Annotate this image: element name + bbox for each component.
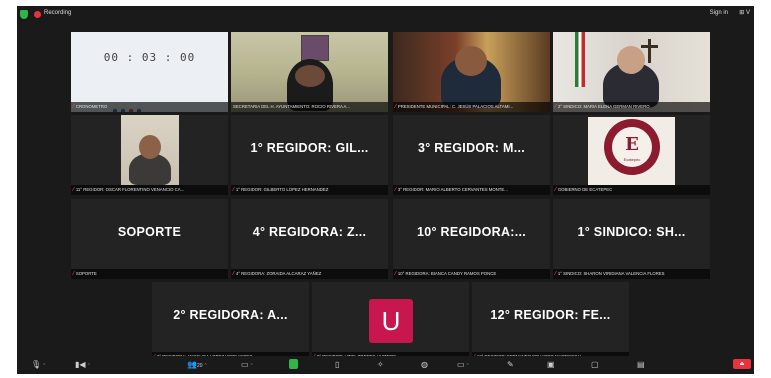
cross-bar xyxy=(641,45,658,48)
cross-icon xyxy=(648,39,651,63)
meeting-window: Recording Sign in ⊞ V 00 : 03 : 00 ⁄ CRON… xyxy=(17,6,754,374)
participant-name-text: CRONOMETRO xyxy=(75,104,108,109)
wall-portrait xyxy=(301,35,329,61)
participant-name-text: 1° SINDICO: SHARON VIRIDIANA VALENCIA FL… xyxy=(557,271,665,276)
notes-icon[interactable]: ✎ xyxy=(507,360,514,370)
participant-name-text: 4° REGIDORA: ZORAIDA ALCARAZ YAÑEZ xyxy=(235,271,322,276)
mic-off-icon: ⁄ xyxy=(73,271,74,277)
apps-icon[interactable]: ◍ xyxy=(421,360,428,370)
logo-emblem-inner: E Ecatepec xyxy=(612,127,652,167)
view-button[interactable]: ⊞ V xyxy=(739,9,750,16)
participant-name-text: GOBIERNO DE ECATEPEC xyxy=(557,187,613,192)
mic-off-icon: ⁄ xyxy=(555,104,556,110)
participant-face xyxy=(455,46,487,76)
participant-face xyxy=(139,135,161,159)
participant-name-text: 1° REGIDOR: GILBERTO LOPEZ HERNANDEZ xyxy=(235,187,329,192)
ecatepec-logo: E Ecatepec xyxy=(588,117,675,185)
mic-off-icon: ⁄ xyxy=(73,187,74,193)
mic-off-icon: ⁄ xyxy=(395,187,396,193)
mic-off-icon: ⁄ xyxy=(555,187,556,193)
participant-tile-regidora-4[interactable]: 4° REGIDORA: Z... ⁄ 4° REGIDORA: ZORAIDA … xyxy=(231,199,388,279)
mic-off-icon: ⁄ xyxy=(73,104,74,110)
participant-name: ⁄ GOBIERNO DE ECATEPEC xyxy=(553,185,710,195)
recording-label: Recording xyxy=(44,10,72,16)
participant-name-text: SOPORTE xyxy=(75,271,97,276)
participant-name: ⁄ PRESIDENTE MUNICIPAL: C. JESÚS PALACIOS… xyxy=(393,102,550,112)
video-camera-icon[interactable]: ▮◀⌃ xyxy=(75,360,91,371)
participant-name: ⁄ 3° REGIDOR: MARIO ALBERTO CERVANTES MON… xyxy=(393,185,550,195)
participant-display-name: 10° REGIDORA:... xyxy=(416,225,527,239)
participant-display-name: 2° REGIDORA: A... xyxy=(173,308,288,322)
participant-name-text: 2° SINDICO: MARIA ELENA GERMAN RIVERO xyxy=(557,104,650,109)
participant-tile-regidor-11[interactable]: ⁄ 11° REGIDOR: OSCAR FLORENTINO VENANCIO … xyxy=(71,115,228,195)
mic-off-icon: ⁄ xyxy=(395,104,396,110)
participant-tile-soporte[interactable]: SOPORTE ⁄ SOPORTE xyxy=(71,199,228,279)
participant-display-name: 1° SINDICO: SH... xyxy=(577,225,686,239)
whiteboard-icon[interactable]: ▭⌃ xyxy=(457,360,470,371)
participant-face xyxy=(295,65,325,87)
participant-name: ⁄ 11° REGIDOR: OSCAR FLORENTINO VENANCIO … xyxy=(71,185,228,195)
participant-display-name: 1° REGIDOR: GIL... xyxy=(250,141,369,155)
participant-tile-regidor-3[interactable]: 3° REGIDOR: M... ⁄ 3° REGIDOR: MARIO ALBE… xyxy=(393,115,550,195)
participant-tile-regidor-1[interactable]: 1° REGIDOR: GIL... ⁄ 1° REGIDOR: GILBERTO… xyxy=(231,115,388,195)
record-dot-icon xyxy=(34,11,41,18)
participant-display-name: SOPORTE xyxy=(117,225,182,239)
timer-display: 00 : 03 : 00 xyxy=(103,51,196,64)
participant-name: ⁄ 1° REGIDOR: GILBERTO LOPEZ HERNANDEZ xyxy=(231,185,388,195)
sign-in-link[interactable]: Sign in xyxy=(710,10,728,16)
participant-name: ⁄ CRONOMETRO xyxy=(71,102,228,112)
participant-name-text: 10° REGIDORA: BIANCA CANDY RAMOS PONCE xyxy=(397,271,497,276)
participant-name: ⁄ 10° REGIDORA: BIANCA CANDY RAMOS PONCE xyxy=(393,269,550,279)
microphone-icon[interactable]: 🎙⌃ xyxy=(31,360,46,371)
timer-screen xyxy=(71,32,228,112)
participant-display-name: 4° REGIDORA: Z... xyxy=(252,225,367,239)
participant-name-text: 11° REGIDOR: OSCAR FLORENTINO VENANCIO C… xyxy=(75,187,185,192)
participant-tile-regidor-8[interactable]: U ⁄8° REGIDOR: UZIEL TORRES HUITRON xyxy=(312,282,469,362)
mic-off-icon: ⁄ xyxy=(233,271,234,277)
participants-count: 20 xyxy=(196,363,203,369)
whiteboard-alt-icon[interactable]: ▢ xyxy=(591,360,599,370)
mic-off-icon: ⁄ xyxy=(233,187,234,193)
participant-tile-sindico-1[interactable]: 1° SINDICO: SH... ⁄ 1° SINDICO: SHARON VI… xyxy=(553,199,710,279)
participant-tile-sindico-2[interactable]: ⁄ 2° SINDICO: MARIA ELENA GERMAN RIVERO xyxy=(553,32,710,112)
meeting-toolbar: 🎙⌃ ▮◀⌃ 👥20⌃ ▭⌃ ▯ ✧ ◍ ▭⌃ ✎ ▣ ▢ ▤ ⏏ xyxy=(17,356,754,374)
mic-off-icon: ⁄ xyxy=(395,271,396,277)
participant-name: ⁄ SOPORTE xyxy=(71,269,228,279)
reactions-icon[interactable]: ✧ xyxy=(377,360,384,370)
participant-face xyxy=(617,46,645,74)
flag xyxy=(575,32,585,87)
participant-name-text: 3° REGIDOR: MARIO ALBERTO CERVANTES MONT… xyxy=(397,187,508,192)
logo-glyph: E xyxy=(625,134,639,155)
participant-name: ⁄ 2° SINDICO: MARIA ELENA GERMAN RIVERO xyxy=(553,102,710,112)
record-icon[interactable]: ▯ xyxy=(335,360,339,370)
participant-tile-timer[interactable]: 00 : 03 : 00 ⁄ CRONOMETRO xyxy=(71,32,228,112)
participant-name: ⁄ 4° REGIDORA: ZORAIDA ALCARAZ YAÑEZ xyxy=(231,269,388,279)
participant-name-text: PRESIDENTE MUNICIPAL: C. JESÚS PALACIOS … xyxy=(397,104,514,109)
participant-name-text: SECRETARIA DEL H. AYUNTAMIENTO: ROCIO RI… xyxy=(233,104,350,109)
participant-tile-regidora-10[interactable]: 10° REGIDORA:... ⁄ 10° REGIDORA: BIANCA C… xyxy=(393,199,550,279)
logo-emblem: E Ecatepec xyxy=(604,119,660,175)
more-icon[interactable]: ▣ xyxy=(547,360,555,370)
logo-caption: Ecatepec xyxy=(623,157,641,162)
participant-tile-regidora-2[interactable]: 2° REGIDORA: A... ⁄2° REGIDORA: ANGELICA… xyxy=(152,282,309,362)
leave-icon[interactable]: ⏏ xyxy=(733,359,751,369)
mic-off-icon: ⁄ xyxy=(555,271,556,277)
participant-tile-regidor-12[interactable]: 12° REGIDOR: FE... ⁄12° REGIDOR: FERNAND… xyxy=(472,282,629,362)
share-screen-icon[interactable] xyxy=(289,359,298,369)
participant-name: ⁄ 1° SINDICO: SHARON VIRIDIANA VALENCIA F… xyxy=(553,269,710,279)
top-bar: Recording Sign in ⊞ V xyxy=(17,6,754,24)
document-icon[interactable]: ▤ xyxy=(637,360,645,370)
chat-bubble-icon[interactable]: ▭⌃ xyxy=(241,360,254,371)
participant-display-name: 3° REGIDOR: M... xyxy=(417,141,526,155)
participant-tile-presidente[interactable]: ⁄ PRESIDENTE MUNICIPAL: C. JESÚS PALACIOS… xyxy=(393,32,550,112)
shield-icon[interactable] xyxy=(20,10,28,19)
participant-tile-secretaria[interactable]: SECRETARIA DEL H. AYUNTAMIENTO: ROCIO RI… xyxy=(231,32,388,112)
participant-tile-gobierno[interactable]: E Ecatepec ⁄ GOBIERNO DE ECATEPEC xyxy=(553,115,710,195)
participant-display-name: 12° REGIDOR: FE... xyxy=(490,308,611,322)
avatar: U xyxy=(369,299,413,343)
people-icon[interactable]: 👥20⌃ xyxy=(187,360,208,371)
participant-name: SECRETARIA DEL H. AYUNTAMIENTO: ROCIO RI… xyxy=(231,102,388,112)
